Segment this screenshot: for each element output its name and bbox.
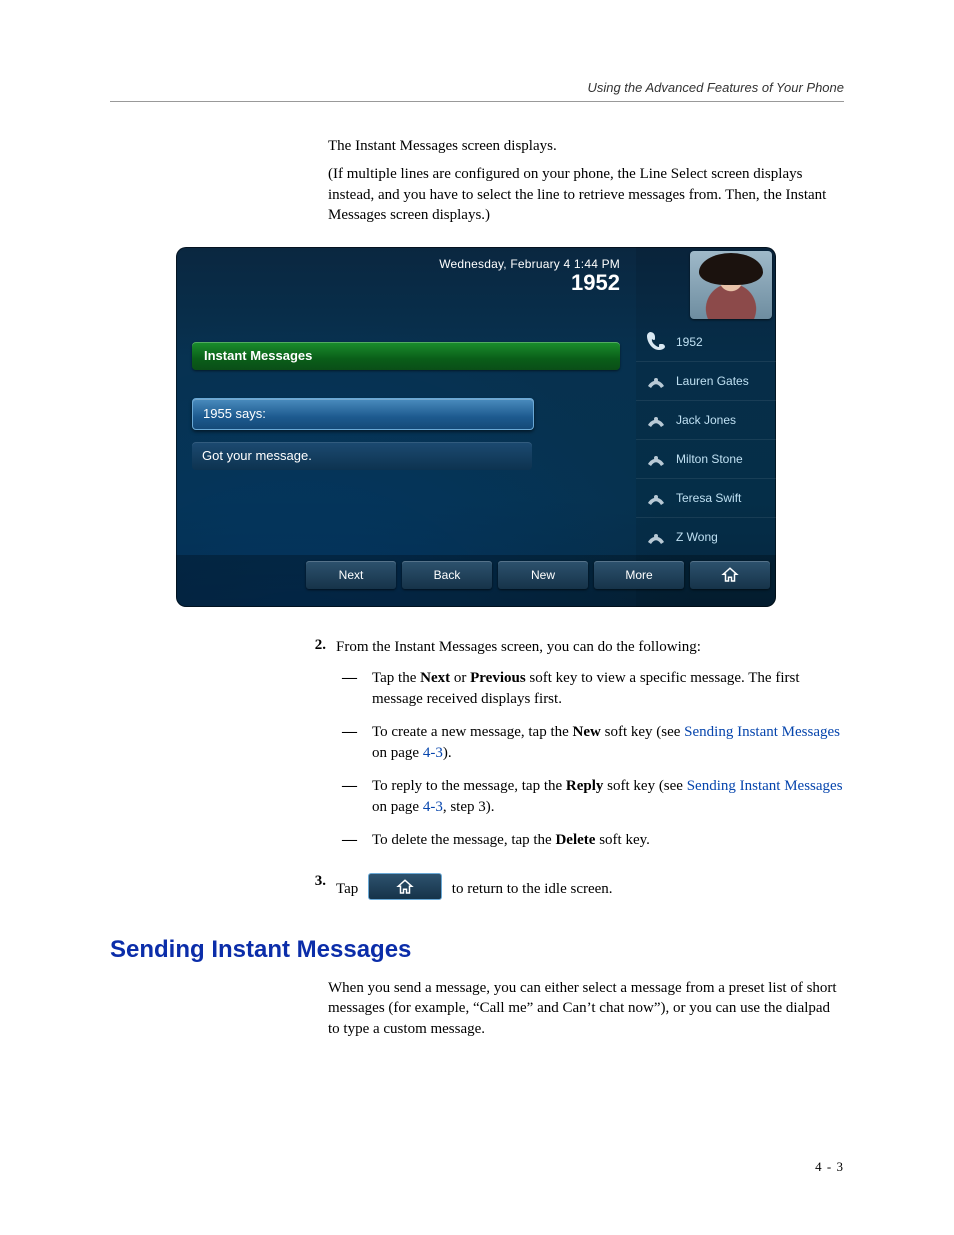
phone-datetime: Wednesday, February 4 1:44 PM <box>192 257 620 271</box>
contact-label: Jack Jones <box>676 413 736 427</box>
step-2: 2. From the Instant Messages screen, you… <box>296 637 844 863</box>
softkey-next[interactable]: Next <box>306 561 396 589</box>
step-2-intro: From the Instant Messages screen, you ca… <box>336 639 701 655</box>
step-3: 3. Tap to return to the idle screen. <box>296 873 844 900</box>
contact-label: Teresa Swift <box>676 491 741 505</box>
home-icon <box>395 878 415 896</box>
step-2-bullet-1: — Tap the Next or Previous soft key to v… <box>336 668 844 710</box>
contact-label: Lauren Gates <box>676 374 749 388</box>
message-from-bar[interactable]: 1955 says: <box>192 398 534 430</box>
phone-screenshot: Wednesday, February 4 1:44 PM 1952 Insta… <box>176 247 776 607</box>
softkey-back[interactable]: Back <box>402 561 492 589</box>
contact-item[interactable]: Jack Jones <box>636 400 776 439</box>
step-2-bullet-2: — To create a new message, tap the New s… <box>336 722 844 764</box>
page-number: 4 - 3 <box>815 1159 844 1175</box>
softkey-new[interactable]: New <box>498 561 588 589</box>
softkey-bar: Next Back New More <box>176 555 776 607</box>
speed-dial-icon <box>644 524 668 548</box>
link-page-4-3[interactable]: 4-3 <box>423 799 443 815</box>
step-2-bullet-4: — To delete the message, tap the Delete … <box>336 830 844 851</box>
contact-item[interactable]: Lauren Gates <box>636 361 776 400</box>
contact-label: 1952 <box>676 335 703 349</box>
speed-dial-icon <box>644 446 668 470</box>
avatar[interactable] <box>690 251 772 319</box>
phone-main-panel: Wednesday, February 4 1:44 PM 1952 Insta… <box>176 247 636 607</box>
handset-icon <box>644 329 668 353</box>
link-sending-im[interactable]: Sending Instant Messages <box>687 778 843 794</box>
running-head: Using the Advanced Features of Your Phon… <box>110 80 844 95</box>
manual-page: Using the Advanced Features of Your Phon… <box>0 0 954 1235</box>
contact-label: Z Wong <box>676 530 718 544</box>
link-sending-im[interactable]: Sending Instant Messages <box>684 724 840 740</box>
top-rule <box>110 101 844 102</box>
contact-label: Milton Stone <box>676 452 743 466</box>
section-para: When you send a message, you can either … <box>328 978 844 1039</box>
home-softkey-inline <box>368 873 442 900</box>
softkey-home[interactable] <box>690 561 770 589</box>
speed-dial-icon <box>644 368 668 392</box>
contact-item[interactable]: Milton Stone <box>636 439 776 478</box>
instant-messages-header: Instant Messages <box>192 342 620 370</box>
step-number: 2. <box>296 637 336 863</box>
phone-side-panel: 1952 Lauren Gates Jack Jones <box>636 247 776 607</box>
contact-self-line[interactable]: 1952 <box>636 323 776 361</box>
link-page-4-3[interactable]: 4-3 <box>423 745 443 761</box>
contact-item[interactable]: Z Wong <box>636 517 776 556</box>
message-body-row: Got your message. <box>192 442 532 470</box>
home-icon <box>720 566 740 584</box>
contact-item[interactable]: Teresa Swift <box>636 478 776 517</box>
phone-extension-large: 1952 <box>192 270 620 296</box>
contacts-list: 1952 Lauren Gates Jack Jones <box>636 323 776 556</box>
intro-para-1: The Instant Messages screen displays. <box>328 136 844 156</box>
step-2-bullet-3: — To reply to the message, tap the Reply… <box>336 776 844 818</box>
speed-dial-icon <box>644 485 668 509</box>
step-number: 3. <box>296 873 336 900</box>
softkey-more[interactable]: More <box>594 561 684 589</box>
speed-dial-icon <box>644 407 668 431</box>
section-heading-sending-im: Sending Instant Messages <box>110 936 844 964</box>
intro-para-2: (If multiple lines are configured on you… <box>328 164 844 225</box>
